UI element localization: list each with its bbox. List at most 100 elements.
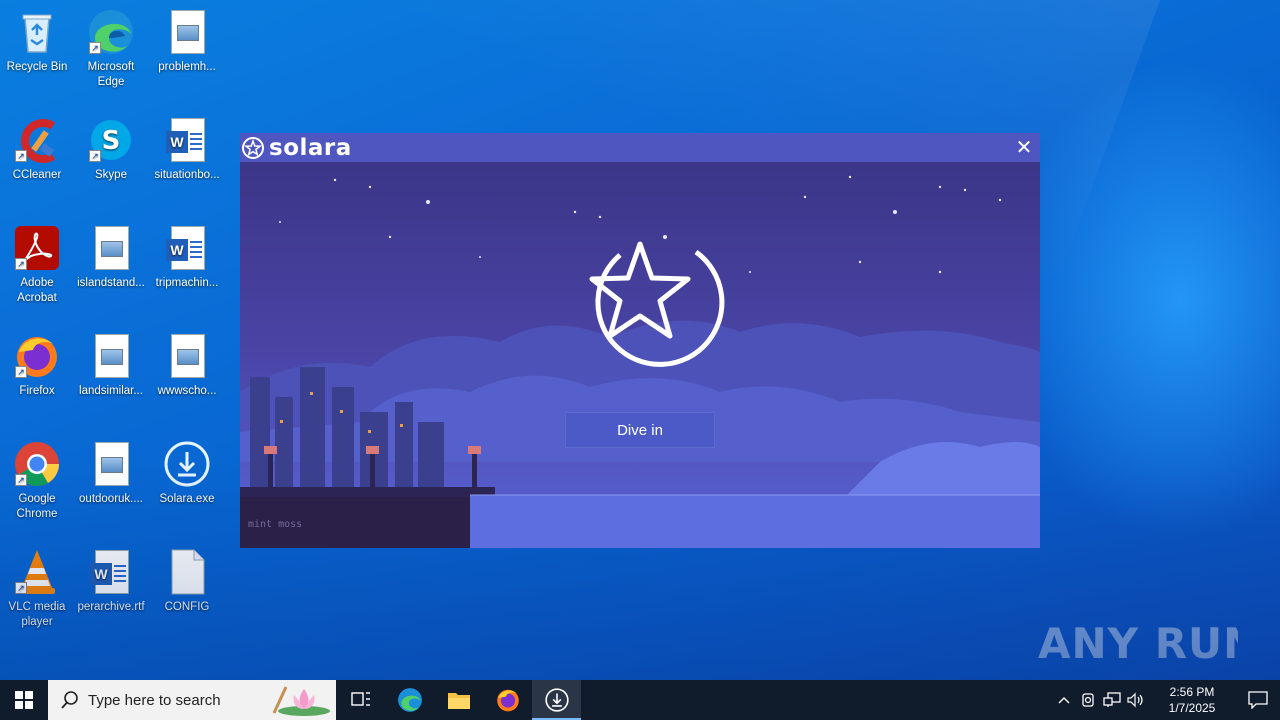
word-doc-icon: W [87, 548, 135, 596]
desktop-icon-google-chrome[interactable]: ↗ Google Chrome [0, 440, 74, 522]
solara-window: solara ✕ Dive in mint moss [240, 133, 1040, 548]
art-credit: mint moss [248, 519, 303, 530]
solara-installer-icon [544, 688, 569, 712]
watermark-text: ANY RUN [1038, 619, 1238, 668]
start-button[interactable] [0, 680, 48, 720]
word-doc-icon: W [163, 116, 211, 164]
close-button[interactable]: ✕ [1014, 137, 1034, 157]
desktop-icon-firefox[interactable]: ↗ Firefox [0, 332, 74, 399]
icon-label: problemh... [158, 61, 216, 73]
recycle-bin-icon [13, 8, 61, 56]
taskbar-search[interactable]: Type here to search [48, 680, 336, 720]
icon-label: Firefox [19, 385, 55, 397]
vlc-icon: ↗ [13, 548, 61, 596]
svg-text:S: S [102, 126, 121, 156]
solara-logo-icon [242, 136, 264, 159]
icon-label: CONFIG [164, 601, 210, 613]
shortcut-arrow-icon: ↗ [15, 150, 27, 162]
close-icon: ✕ [1015, 135, 1033, 159]
icon-label: tripmachin... [155, 277, 219, 289]
shortcut-arrow-icon: ↗ [89, 42, 101, 54]
edge-icon: ↗ [87, 8, 135, 56]
desktop-icon-tripmachin[interactable]: W tripmachin... [150, 224, 224, 291]
desktop-icon-problemh[interactable]: problemh... [150, 8, 224, 75]
lotus-icon [272, 686, 330, 716]
tray-app-icon [1082, 693, 1094, 707]
firefox-icon [496, 689, 519, 712]
clock-date: 1/7/2025 [1168, 701, 1216, 715]
icon-label: outdooruk.... [79, 493, 143, 505]
icon-label: situationbo... [154, 169, 220, 181]
taskbar-clock[interactable]: 2:56 PM 1/7/2025 [1152, 684, 1232, 716]
desktop-icon-adobe-acrobat[interactable]: ↗ Adobe Acrobat [0, 224, 74, 306]
desktop-icon-recycle-bin[interactable]: Recycle Bin [0, 8, 74, 75]
search-placeholder: Type here to search [88, 691, 221, 709]
file-explorer-icon [447, 693, 470, 709]
taskbar-solara[interactable] [532, 680, 581, 720]
task-view-button[interactable] [336, 680, 385, 720]
icon-label: Google Chrome [16, 493, 58, 520]
icon-label: perarchive.rtf [77, 601, 145, 613]
shortcut-arrow-icon: ↗ [89, 150, 101, 162]
shortcut-arrow-icon: ↗ [15, 474, 27, 486]
taskbar-firefox[interactable] [483, 680, 532, 720]
notification-icon [1248, 691, 1268, 709]
desktop-icon-islandstand[interactable]: islandstand... [74, 224, 148, 291]
shortcut-arrow-icon: ↗ [15, 258, 27, 270]
show-hidden-icons-button[interactable] [1052, 680, 1076, 720]
icon-label: wwwscho... [157, 385, 217, 397]
image-file-icon [87, 224, 135, 272]
solara-installer-icon [163, 440, 211, 488]
ccleaner-icon: ↗ [13, 116, 61, 164]
speaker-icon [1127, 692, 1143, 708]
desktop-icon-perarchive[interactable]: W perarchive.rtf [74, 548, 148, 615]
icon-label: VLC media player [8, 601, 66, 628]
desktop-icon-outdooruk[interactable]: outdooruk.... [74, 440, 148, 507]
icon-label: Adobe Acrobat [17, 277, 57, 304]
shortcut-arrow-icon: ↗ [15, 582, 27, 594]
desktop-icon-vlc[interactable]: ↗ VLC media player [0, 548, 74, 630]
solara-titlebar[interactable]: solara ✕ [240, 133, 1040, 162]
skype-icon: S ↗ [87, 116, 135, 164]
system-tray: 2:56 PM 1/7/2025 [1052, 680, 1280, 720]
action-center-button[interactable] [1236, 680, 1280, 720]
windows-icon [15, 691, 33, 709]
taskbar-edge[interactable] [385, 680, 434, 720]
icon-label: islandstand... [77, 277, 145, 289]
firefox-icon: ↗ [13, 332, 61, 380]
task-view-icon [350, 692, 370, 706]
desktop-icon-landsimilar[interactable]: landsimilar... [74, 332, 148, 399]
acrobat-icon: ↗ [13, 224, 61, 272]
icon-label: Microsoft Edge [87, 61, 135, 88]
desktop-icon-wwwscho[interactable]: wwwscho... [150, 332, 224, 399]
anyrun-watermark: ANY RUN [1038, 608, 1258, 674]
volume-button[interactable] [1124, 680, 1148, 720]
chevron-up-icon [1058, 697, 1070, 704]
word-doc-icon: W [163, 224, 211, 272]
tray-app-button[interactable] [1076, 680, 1100, 720]
desktop-icon-ccleaner[interactable]: ↗ CCleaner [0, 116, 74, 183]
dive-in-button[interactable]: Dive in [565, 412, 715, 448]
shortcut-arrow-icon: ↗ [15, 366, 27, 378]
icon-label: Skype [95, 169, 127, 181]
image-file-icon [163, 332, 211, 380]
network-icon [1103, 692, 1121, 707]
desktop-icon-skype[interactable]: S ↗ Skype [74, 116, 148, 183]
desktop-icon-config[interactable]: CONFIG [150, 548, 224, 615]
desktop-icon-solara-exe[interactable]: Solara.exe [150, 440, 224, 507]
image-file-icon [87, 440, 135, 488]
image-file-icon [163, 8, 211, 56]
taskbar: Type here to search 2:56 PM 1/7/2025 [0, 680, 1280, 720]
taskbar-file-explorer[interactable] [434, 680, 483, 720]
blank-file-icon [163, 548, 211, 596]
icon-label: Solara.exe [159, 493, 215, 505]
network-button[interactable] [1100, 680, 1124, 720]
icon-label: Recycle Bin [6, 61, 68, 73]
desktop-icon-microsoft-edge[interactable]: ↗ Microsoft Edge [74, 8, 148, 90]
image-file-icon [87, 332, 135, 380]
solara-title: solara [269, 134, 352, 161]
chrome-icon: ↗ [13, 440, 61, 488]
search-icon [61, 691, 78, 709]
desktop-icon-situationbo[interactable]: W situationbo... [150, 116, 224, 183]
icon-label: CCleaner [12, 169, 62, 181]
